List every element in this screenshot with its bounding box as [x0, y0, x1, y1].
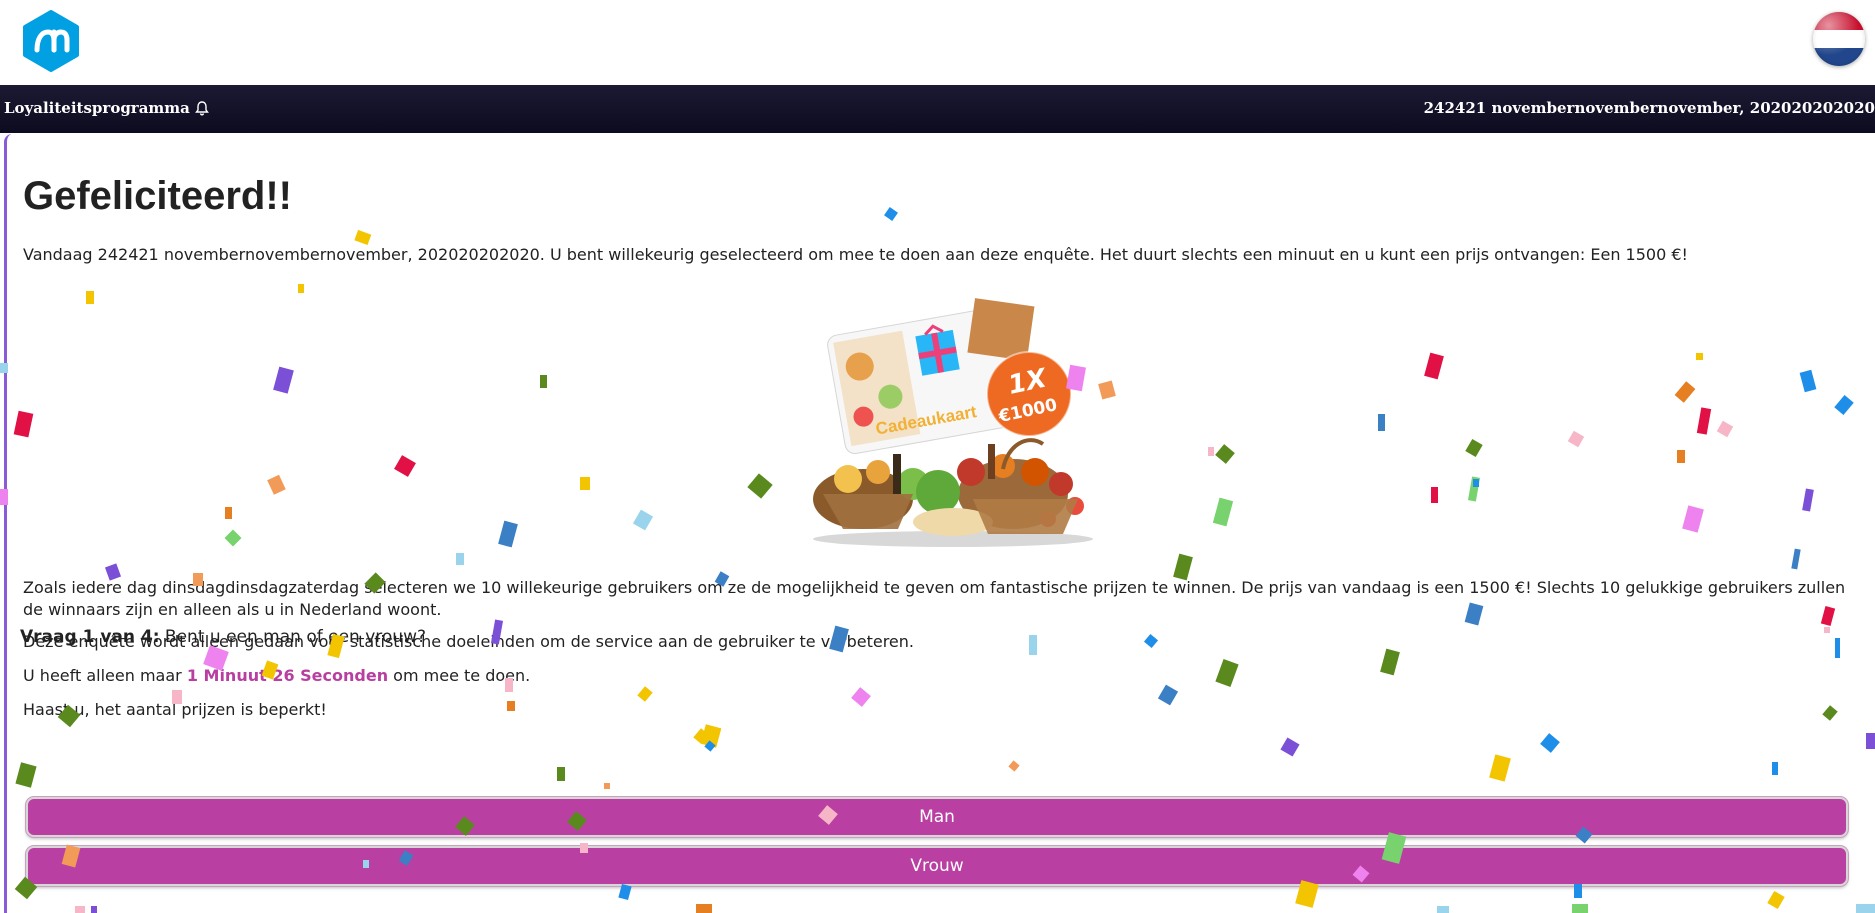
question-body: Bent u een man of een vrouw?: [159, 627, 426, 647]
page-title: Gefeliciteerd!!: [23, 174, 292, 218]
question-number: Vraag 1 van 4:: [20, 627, 160, 647]
header-date: 242421 novembernovembernovember, 2020202…: [1423, 99, 1875, 117]
paragraph-timer: U heeft alleen maar 1 Minuut 26 Seconden…: [23, 665, 530, 687]
navbar: Loyaliteitsprogramma 242421 novembernove…: [0, 85, 1875, 133]
netherlands-flag-icon[interactable]: [1813, 12, 1865, 66]
answer-vrouw-button[interactable]: Vrouw: [26, 846, 1848, 886]
question-text: Vraag 1 van 4: Bent u een man of een vro…: [20, 627, 426, 647]
paragraph-selection: Zoals iedere dag dinsdagdinsdagzaterdag …: [23, 578, 1846, 619]
gift-card-prize-image: Cadeaukaart 1X €1000: [813, 298, 1093, 547]
timer-suffix: om mee te doen.: [388, 666, 531, 685]
albert-heijn-logo-icon[interactable]: [20, 10, 82, 72]
paragraph-hurry: Haast u, het aantal prijzen is beperkt!: [23, 700, 327, 719]
bell-icon: [195, 101, 209, 116]
countdown-timer: 1 Minuut 26 Seconden: [186, 666, 389, 685]
timer-prefix: U heeft alleen maar: [23, 666, 187, 685]
intro-text: Vandaag 242421 novembernovembernovember,…: [23, 245, 1688, 264]
answer-man-button[interactable]: Man: [26, 797, 1848, 837]
top-header: [0, 0, 1875, 85]
loyalty-program-label: Loyaliteitsprogramma: [4, 99, 210, 117]
program-label: Loyaliteitsprogramma: [4, 99, 190, 117]
